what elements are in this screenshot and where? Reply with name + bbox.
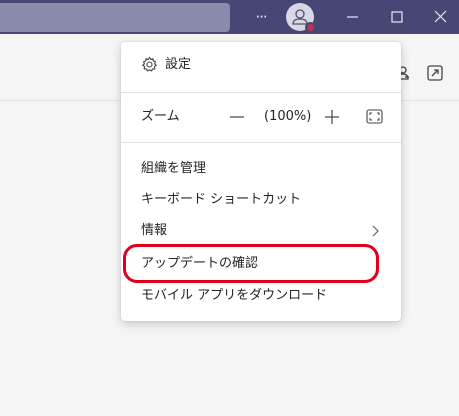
close-button[interactable] [418,0,459,34]
plus-icon [325,110,339,124]
menu-item-about[interactable]: 情報 [121,221,401,243]
maximize-icon [391,11,403,23]
zoom-value: (100%) [264,109,312,124]
menu-item-download-mobile-app[interactable]: モバイル アプリをダウンロード [121,286,401,308]
minimize-button[interactable] [330,0,374,34]
zoom-out-button[interactable] [228,107,246,127]
title-bar: ··· [0,0,459,34]
menu-item-label: モバイル アプリをダウンロード [141,288,328,303]
menu-item-label: アップデートの確認 [141,256,259,271]
menu-item-check-updates[interactable]: アップデートの確認 [121,254,401,276]
menu-item-keyboard-shortcuts[interactable]: キーボード ショートカット [121,190,401,212]
zoom-control: ズーム (100%) [121,105,401,131]
zoom-in-button[interactable] [323,107,341,127]
menu-item-label: 情報 [141,223,168,238]
minimize-icon [347,16,358,18]
avatar[interactable] [286,3,316,33]
zoom-reset-button[interactable] [366,109,383,124]
profile-menu: 設定 ズーム (100%) 組織を管理 キーボード ショートカット 情報 アップ… [121,42,401,321]
menu-item-label: 組織を管理 [141,161,207,176]
minus-icon [230,116,244,118]
settings-label: 設定 [165,57,192,72]
presence-status-badge [305,22,316,33]
maximize-button[interactable] [374,0,418,34]
menu-divider [121,142,401,143]
zoom-label: ズーム [141,109,180,124]
menu-divider [121,92,401,93]
pop-out-icon[interactable] [426,64,444,82]
fit-to-screen-icon [366,109,383,124]
menu-item-label: キーボード ショートカット [141,192,302,207]
search-input[interactable] [0,3,230,32]
chevron-right-icon [370,224,380,238]
gear-icon [141,56,158,72]
menu-item-manage-org[interactable]: 組織を管理 [121,159,401,181]
more-options-icon[interactable]: ··· [251,4,271,30]
menu-item-settings[interactable]: 設定 [121,54,401,80]
close-icon [434,10,447,23]
